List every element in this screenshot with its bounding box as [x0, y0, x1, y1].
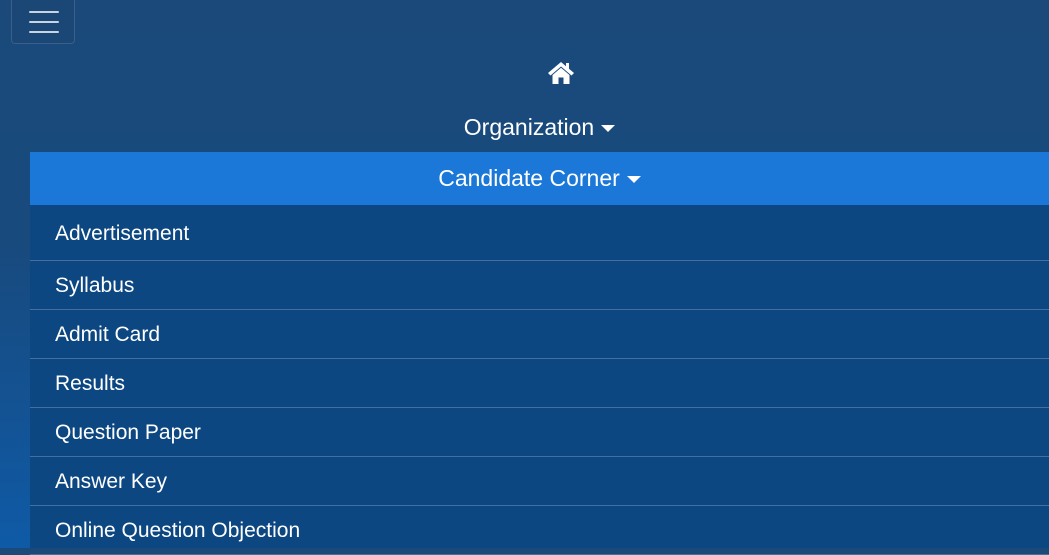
dropdown-item-advertisement[interactable]: Advertisement	[30, 205, 1049, 261]
nav-candidate-corner[interactable]: Candidate Corner	[30, 152, 1049, 205]
candidate-corner-dropdown: Advertisement Syllabus Admit Card Result…	[30, 205, 1049, 555]
dropdown-item-label: Admit Card	[55, 323, 161, 346]
dropdown-item-admit-card[interactable]: Admit Card	[30, 310, 1049, 359]
nav-organization[interactable]: Organization	[30, 104, 1049, 150]
hamburger-icon	[29, 10, 59, 34]
dropdown-item-question-paper[interactable]: Question Paper	[30, 408, 1049, 457]
caret-down-icon	[601, 124, 616, 132]
dropdown-item-label: Syllabus	[55, 274, 135, 297]
dropdown-item-syllabus[interactable]: Syllabus	[30, 261, 1049, 310]
home-icon	[548, 62, 574, 84]
dropdown-item-label: Online Question Objection	[55, 519, 301, 542]
dropdown-item-label: Results	[55, 372, 126, 395]
nav-organization-label: Organization	[463, 113, 595, 140]
dropdown-item-answer-key[interactable]: Answer Key	[30, 457, 1049, 506]
dropdown-item-results[interactable]: Results	[30, 359, 1049, 408]
dropdown-item-label: Advertisement	[55, 221, 190, 245]
menu-toggle-button[interactable]	[11, 0, 75, 44]
dropdown-item-label: Question Paper	[55, 421, 201, 444]
nav-candidate-corner-label: Candidate Corner	[438, 165, 620, 191]
home-link[interactable]	[547, 61, 575, 85]
dropdown-item-label: Answer Key	[55, 470, 168, 493]
caret-down-icon	[626, 176, 641, 183]
